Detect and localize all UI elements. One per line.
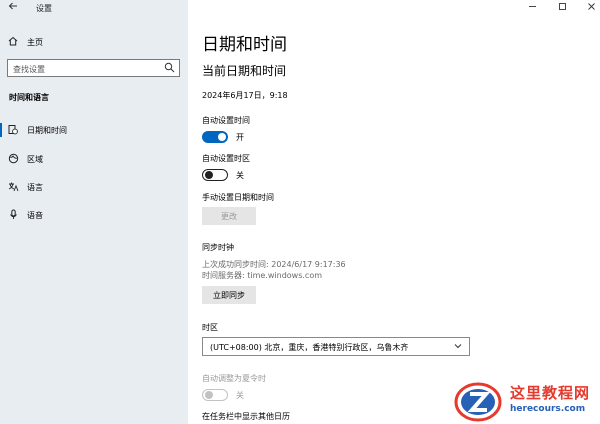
microphone-icon — [8, 209, 19, 223]
sync-title: 同步时钟 — [202, 243, 234, 252]
auto-time-state: 开 — [236, 133, 244, 142]
home-label: 主页 — [27, 38, 43, 47]
toggle-knob — [205, 170, 213, 179]
sync-now-button[interactable]: 立即同步 — [202, 286, 256, 304]
calendar-clock-icon — [8, 124, 18, 138]
sidebar-item-speech[interactable]: 语音 — [0, 205, 188, 225]
language-icon — [8, 181, 19, 195]
window-title: 设置 — [36, 4, 52, 13]
toggle-knob — [218, 133, 226, 141]
section-title-current: 当前日期和时间 — [202, 64, 287, 78]
timezone-select[interactable]: (UTC+08:00) 北京，重庆，香港特别行政区，乌鲁木齐 — [202, 337, 470, 356]
auto-timezone-state: 关 — [236, 171, 244, 180]
dst-label: 自动调整为夏令时 — [202, 374, 266, 383]
sidebar-item-label: 语音 — [27, 211, 43, 220]
watermark: 这里教程网 herecours.com — [452, 380, 600, 424]
manual-set-label: 手动设置日期和时间 — [202, 193, 274, 202]
chevron-down-icon — [453, 341, 463, 354]
change-button[interactable]: 更改 — [202, 207, 256, 225]
watermark-url: herecours.com — [510, 404, 586, 414]
current-datetime: 2024年6月17日，9:18 — [202, 91, 288, 100]
main-content: 日期和时间 当前日期和时间 2024年6月17日，9:18 自动设置时间 开 自… — [188, 0, 600, 424]
auto-time-label: 自动设置时间 — [202, 116, 250, 125]
search-placeholder: 查找设置 — [13, 65, 45, 74]
sidebar-item-label: 区域 — [27, 155, 43, 164]
search-icon[interactable] — [164, 62, 175, 76]
home-icon — [8, 36, 18, 49]
watermark-logo-icon — [452, 382, 504, 424]
toggle-knob — [205, 390, 213, 399]
extra-calendar-label: 在任务栏中显示其他日历 — [202, 412, 290, 421]
sidebar-section-title: 时间和语言 — [9, 93, 49, 102]
auto-time-toggle[interactable] — [202, 131, 228, 143]
sidebar-item-date-time[interactable]: 日期和时间 — [0, 120, 188, 140]
globe-icon — [8, 153, 19, 167]
sidebar-item-language[interactable]: 语言 — [0, 177, 188, 197]
sidebar: 主页 查找设置 时间和语言 日期和时间 区域 语言 语音 — [0, 0, 188, 424]
timezone-value: (UTC+08:00) 北京，重庆，香港特别行政区，乌鲁木齐 — [210, 343, 409, 352]
back-arrow-icon[interactable] — [8, 1, 18, 14]
sidebar-item-label: 日期和时间 — [27, 126, 67, 135]
auto-timezone-toggle[interactable] — [202, 169, 228, 181]
sidebar-item-region[interactable]: 区域 — [0, 149, 188, 169]
auto-timezone-label: 自动设置时区 — [202, 154, 250, 163]
sync-server: 时间服务器: time.windows.com — [202, 271, 323, 280]
sidebar-item-home[interactable]: 主页 — [8, 36, 43, 49]
watermark-title: 这里教程网 — [510, 384, 591, 402]
page-title: 日期和时间 — [202, 35, 287, 55]
dst-toggle[interactable] — [202, 389, 228, 401]
timezone-label: 时区 — [202, 323, 218, 332]
search-input[interactable]: 查找设置 — [7, 59, 180, 77]
dst-state: 关 — [236, 391, 244, 400]
sync-last-time: 上次成功同步时间: 2024/6/17 9:17:36 — [202, 260, 346, 269]
sidebar-item-label: 语言 — [27, 183, 43, 192]
